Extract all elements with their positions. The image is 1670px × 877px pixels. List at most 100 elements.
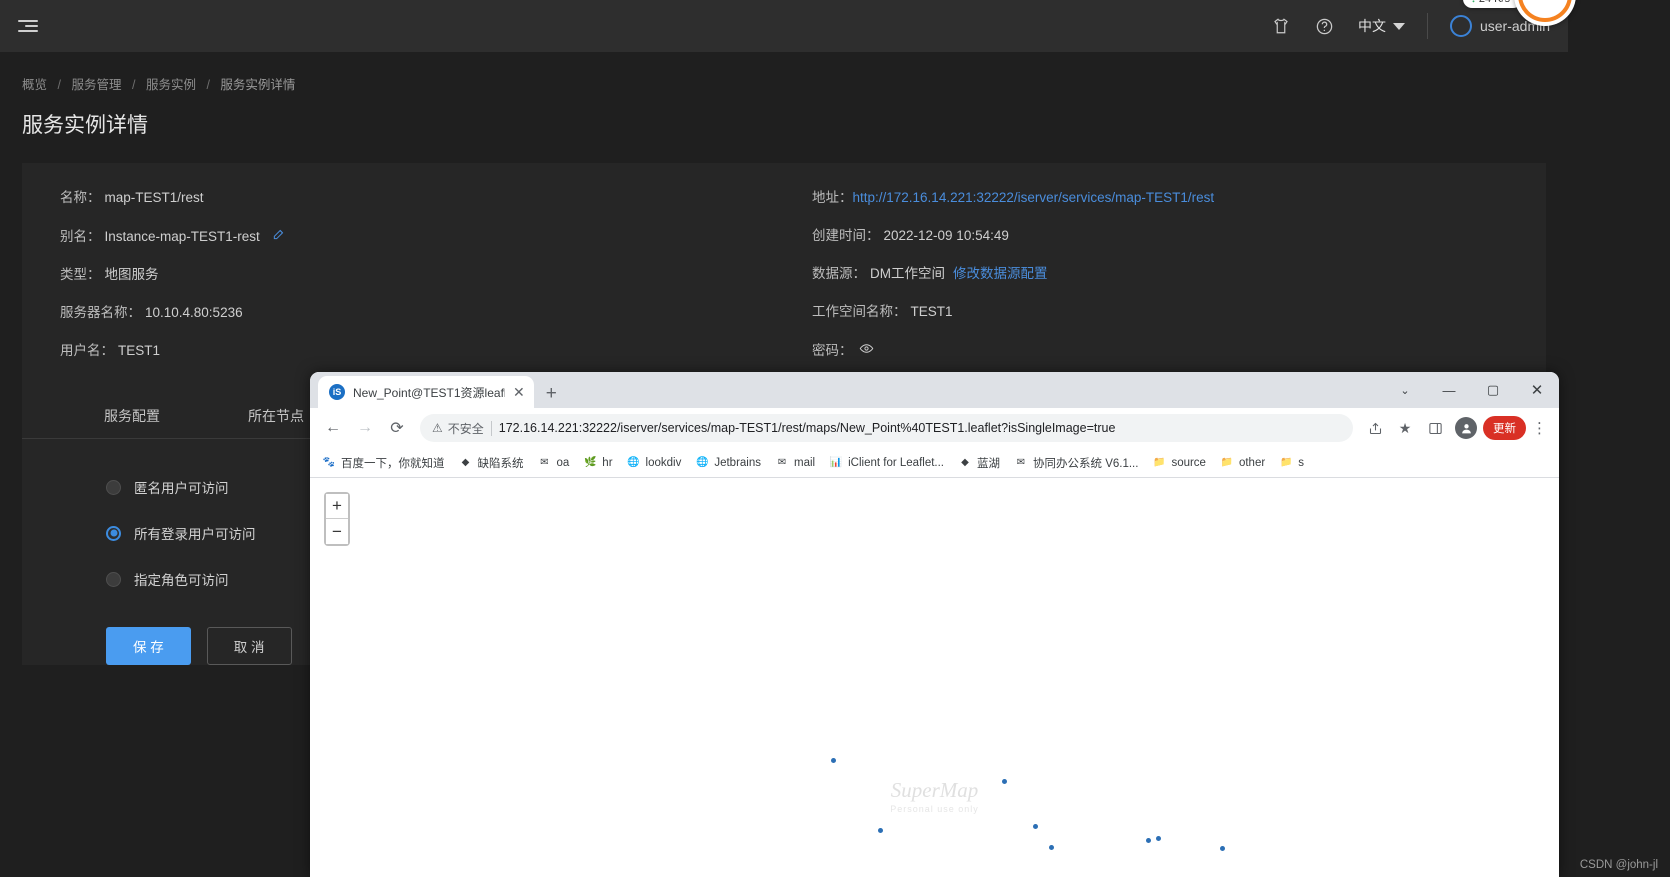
address-bar-url: 172.16.14.221:32222/iserver/services/map… bbox=[498, 421, 1116, 435]
value-server: 10.10.4.80:5236 bbox=[145, 305, 243, 320]
radio-dot-selected bbox=[106, 525, 121, 541]
map-point-marker[interactable] bbox=[1049, 845, 1054, 850]
app-icon: ◆ bbox=[961, 457, 969, 468]
help-circle-icon[interactable] bbox=[1314, 15, 1336, 37]
label-server: 服务器名称： bbox=[60, 305, 141, 320]
bookmark-item[interactable]: ✉ 协同办公系统 V6.1... bbox=[1014, 455, 1139, 471]
eye-icon[interactable] bbox=[859, 341, 874, 360]
language-selector[interactable]: 中文 bbox=[1358, 16, 1405, 36]
breadcrumb: 概览 / 服务管理 / 服务实例 / 服务实例详情 bbox=[22, 74, 1546, 93]
breadcrumb-sep: / bbox=[131, 78, 136, 92]
label-address: 地址： bbox=[812, 190, 853, 205]
bookmarks-bar: 🐾 百度一下，你就知道 ◆ 缺陷系统 ✉ oa 🌿 hr 🌐 lookdiv 🌐 Jetbr… bbox=[310, 448, 1559, 478]
not-secure-indicator[interactable]: ⚠ 不安全 bbox=[432, 420, 484, 437]
bookmark-label: lookdiv bbox=[645, 456, 682, 469]
language-label: 中文 bbox=[1357, 18, 1386, 34]
mail-icon: ✉ bbox=[777, 457, 787, 468]
bookmark-item[interactable]: 🌐 lookdiv bbox=[627, 456, 682, 470]
baidu-icon: 🐾 bbox=[322, 457, 336, 468]
edit-pencil-icon[interactable] bbox=[272, 227, 286, 246]
user-menu[interactable]: user-admin bbox=[1449, 15, 1550, 37]
update-button[interactable]: 更新 bbox=[1483, 416, 1526, 440]
watermark-title: SuperMap bbox=[890, 778, 979, 802]
label-alias: 别名： bbox=[60, 228, 101, 244]
address-bar[interactable]: ⚠ 不安全 172.16.14.221:32222/iserver/servic… bbox=[420, 414, 1353, 442]
detail-grid: 名称： map-TEST1/rest 别名： Instance-map-TEST… bbox=[22, 189, 1546, 380]
tab-service-config[interactable]: 服务配置 bbox=[60, 394, 204, 439]
detail-row-workspace: 工作空间名称： TEST1 bbox=[812, 303, 1546, 321]
browser-tab-strip: iS New_Point@TEST1资源leaflet表 ✕ + ⌄ — ▢ ✕ bbox=[310, 372, 1559, 408]
map-point-marker[interactable] bbox=[831, 758, 836, 763]
browser-menu-icon[interactable]: ⋮ bbox=[1528, 419, 1551, 437]
radio-label: 指定角色可访问 bbox=[134, 573, 229, 588]
share-icon[interactable] bbox=[1361, 414, 1389, 442]
bookmark-item[interactable]: ✉ mail bbox=[775, 456, 815, 470]
label-workspace: 工作空间名称： bbox=[812, 304, 907, 319]
browser-toolbar: ← → ⟳ ⚠ 不安全 172.16.14.221:32222/iserver/… bbox=[310, 408, 1559, 448]
warning-triangle-icon: ⚠ bbox=[432, 421, 443, 435]
browser-tab-title: New_Point@TEST1资源leaflet表 bbox=[353, 385, 505, 400]
bookmark-label: Jetbrains bbox=[714, 456, 762, 469]
window-close-button[interactable]: ✕ bbox=[1515, 372, 1559, 408]
browser-tab[interactable]: iS New_Point@TEST1资源leaflet表 ✕ bbox=[318, 376, 534, 408]
bookmark-item[interactable]: 📊 iClient for Leaflet... bbox=[829, 456, 944, 470]
avatar bbox=[1449, 15, 1472, 37]
theme-shirt-icon[interactable] bbox=[1270, 15, 1292, 37]
bookmark-item[interactable]: 📁 source bbox=[1152, 456, 1206, 470]
map-point-marker[interactable] bbox=[1002, 779, 1007, 784]
zoom-out-button[interactable]: − bbox=[326, 519, 348, 544]
top-bar: 中文 user-admin bbox=[0, 0, 1568, 52]
bookmark-item[interactable]: 📁 s bbox=[1279, 456, 1304, 470]
chevron-down-icon[interactable]: ⌄ bbox=[1383, 372, 1427, 408]
close-icon[interactable]: ✕ bbox=[513, 385, 525, 399]
breadcrumb-item-1[interactable]: 服务管理 bbox=[71, 78, 121, 92]
new-tab-button[interactable]: + bbox=[546, 384, 557, 403]
radio-dot bbox=[106, 571, 121, 587]
edit-datasource-link[interactable]: 修改数据源配置 bbox=[953, 265, 1048, 283]
sidebar-collapse-icon[interactable] bbox=[18, 13, 44, 39]
detail-row-address: 地址： http://172.16.14.221:32222/iserver/s… bbox=[812, 189, 1546, 207]
map-point-marker[interactable] bbox=[878, 828, 883, 833]
detail-row-password: 密码： bbox=[812, 341, 1546, 360]
breadcrumb-item-2[interactable]: 服务实例 bbox=[146, 78, 196, 92]
profile-avatar-icon[interactable] bbox=[1455, 417, 1477, 439]
chart-icon: 📊 bbox=[829, 457, 843, 468]
detail-row-username: 用户名： TEST1 bbox=[60, 342, 794, 360]
bookmark-item[interactable]: 🌿 hr bbox=[583, 456, 612, 470]
map-point-marker[interactable] bbox=[1146, 838, 1151, 843]
reload-button[interactable]: ⟳ bbox=[382, 413, 412, 443]
bookmark-label: 缺陷系统 bbox=[477, 457, 524, 470]
value-workspace: TEST1 bbox=[910, 304, 953, 319]
leaf-icon: 🌿 bbox=[584, 457, 597, 468]
bookmark-star-icon[interactable]: ★ bbox=[1391, 414, 1419, 442]
minimize-button[interactable]: — bbox=[1427, 372, 1471, 408]
zoom-in-button[interactable]: + bbox=[326, 494, 348, 519]
bookmark-label: hr bbox=[602, 456, 613, 469]
map-point-marker[interactable] bbox=[1033, 824, 1038, 829]
value-datasource: DM工作空间 bbox=[870, 266, 945, 281]
label-username: 用户名： bbox=[60, 343, 114, 358]
map-watermark: SuperMap Personal use only bbox=[890, 778, 979, 814]
back-button[interactable]: ← bbox=[318, 413, 348, 443]
value-alias: Instance-map-TEST1-rest bbox=[104, 228, 260, 244]
bookmark-item[interactable]: 🌐 Jetbrains bbox=[695, 456, 761, 470]
bookmark-item[interactable]: ◆ 缺陷系统 bbox=[459, 455, 524, 471]
map-point-marker[interactable] bbox=[1220, 846, 1225, 851]
folder-icon: 📁 bbox=[1220, 457, 1234, 468]
value-name: map-TEST1/rest bbox=[104, 190, 204, 205]
forward-button[interactable]: → bbox=[350, 413, 380, 443]
bookmark-item[interactable]: ◆ 蓝湖 bbox=[958, 455, 1000, 471]
bookmark-item[interactable]: ✉ oa bbox=[538, 456, 569, 470]
service-address-link[interactable]: http://172.16.14.221:32222/iserver/servi… bbox=[853, 189, 1215, 207]
value-type: 地图服务 bbox=[104, 267, 159, 282]
bookmark-item[interactable]: 📁 other bbox=[1220, 456, 1265, 470]
save-button[interactable]: 保 存 bbox=[106, 627, 191, 665]
bookmark-item[interactable]: 🐾 百度一下，你就知道 bbox=[322, 455, 445, 471]
leaflet-map[interactable]: + − SuperMap Personal use only bbox=[310, 478, 1559, 877]
cancel-button[interactable]: 取 消 bbox=[206, 627, 292, 665]
side-panel-icon[interactable] bbox=[1421, 414, 1449, 442]
maximize-button[interactable]: ▢ bbox=[1471, 372, 1515, 408]
breadcrumb-item-0[interactable]: 概览 bbox=[22, 78, 47, 92]
label-type: 类型： bbox=[60, 267, 101, 282]
map-point-marker[interactable] bbox=[1156, 836, 1161, 841]
